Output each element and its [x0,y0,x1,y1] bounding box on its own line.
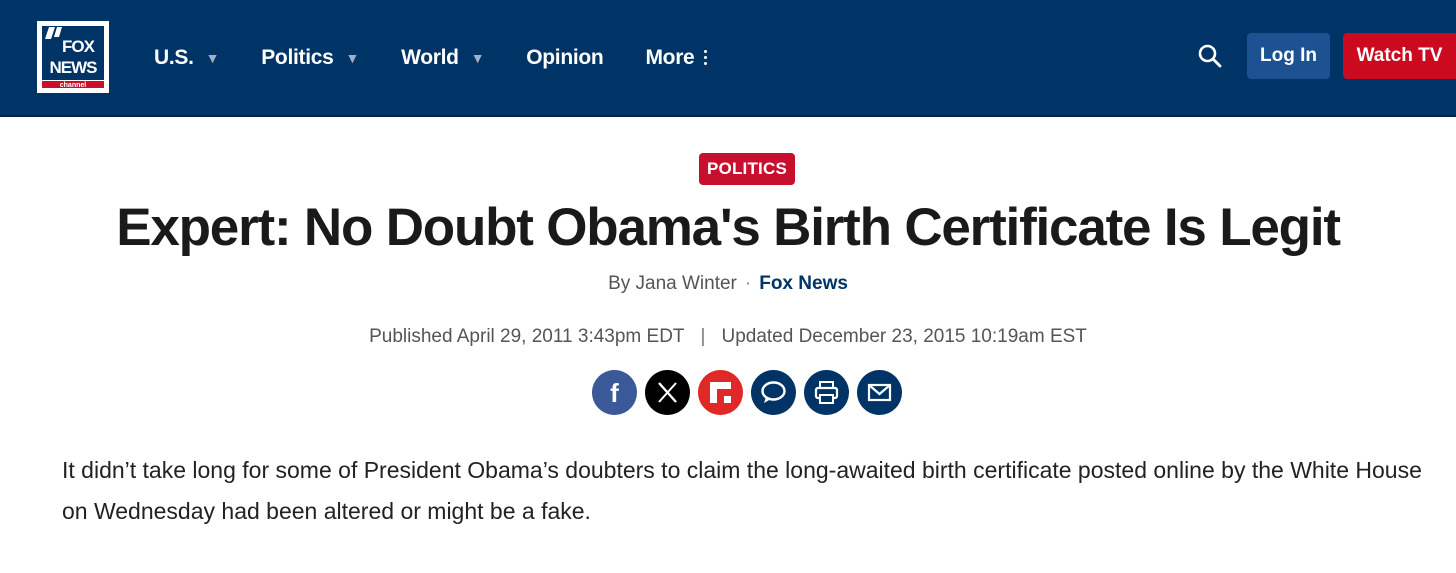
byline: By Jana Winter · Fox News [0,270,1456,298]
more-vertical-icon [704,50,708,65]
x-icon [658,382,677,403]
nav-item-label: U.S. [154,45,194,69]
author-name[interactable]: By Jana Winter [608,273,737,294]
nav-item-label: More [645,45,695,69]
nav-item-more[interactable]: More [645,45,708,70]
svg-text:FOX: FOX [62,37,96,56]
caret-down-icon: ▼ [205,49,220,66]
article-dates: Published April 29, 2011 3:43pm EDT | Upda… [0,323,1456,351]
fox-news-logo[interactable]: FOX NEWS channel [37,21,109,93]
share-email-button[interactable] [857,370,902,415]
facebook-icon: f [610,378,619,408]
nav-item-world[interactable]: World ▼ [401,46,484,70]
email-icon [867,383,892,402]
log-in-button[interactable]: Log In [1247,33,1330,79]
svg-text:f: f [610,378,619,408]
nav-item-politics[interactable]: Politics ▼ [261,46,359,70]
top-navigation-bar: FOX NEWS channel U.S. ▼ Politics ▼ World… [0,0,1456,117]
share-bar: f [592,370,902,415]
byline-separator: · [744,273,752,294]
svg-text:NEWS: NEWS [50,58,98,77]
nav-item-label: Opinion [526,45,604,69]
share-x-button[interactable] [645,370,690,415]
search-button[interactable] [1197,43,1223,69]
print-button[interactable] [804,370,849,415]
svg-text:channel: channel [60,82,87,89]
share-comments-button[interactable] [751,370,796,415]
source-link[interactable]: Fox News [759,273,848,294]
nav-item-us[interactable]: U.S. ▼ [154,45,220,70]
article-body-paragraph: It didn’t take long for some of Presiden… [62,457,1422,524]
print-icon [814,381,839,404]
nav-item-label: Politics [261,45,334,69]
date-separator: | [700,326,706,347]
watch-tv-button[interactable]: Watch TV [1343,33,1456,79]
fox-news-logo-mark: FOX NEWS channel [39,23,107,91]
share-flipboard-button[interactable] [698,370,743,415]
published-date: Published April 29, 2011 3:43pm EDT [369,326,685,347]
caret-down-icon: ▼ [345,49,360,66]
article-headline: Expert: No Doubt Obama's Birth Certifica… [116,198,1341,257]
updated-date: Updated December 23, 2015 10:19am EST [721,326,1087,347]
search-icon [1198,44,1222,68]
category-badge[interactable]: POLITICS [699,153,795,185]
primary-nav: U.S. ▼ Politics ▼ World ▼ Opinion More [154,0,749,115]
nav-item-opinion[interactable]: Opinion [526,45,604,70]
caret-down-icon: ▼ [470,49,485,66]
flipboard-icon [710,382,731,403]
comment-icon [761,381,786,403]
share-facebook-button[interactable]: f [592,370,637,415]
nav-item-label: World [401,45,459,69]
